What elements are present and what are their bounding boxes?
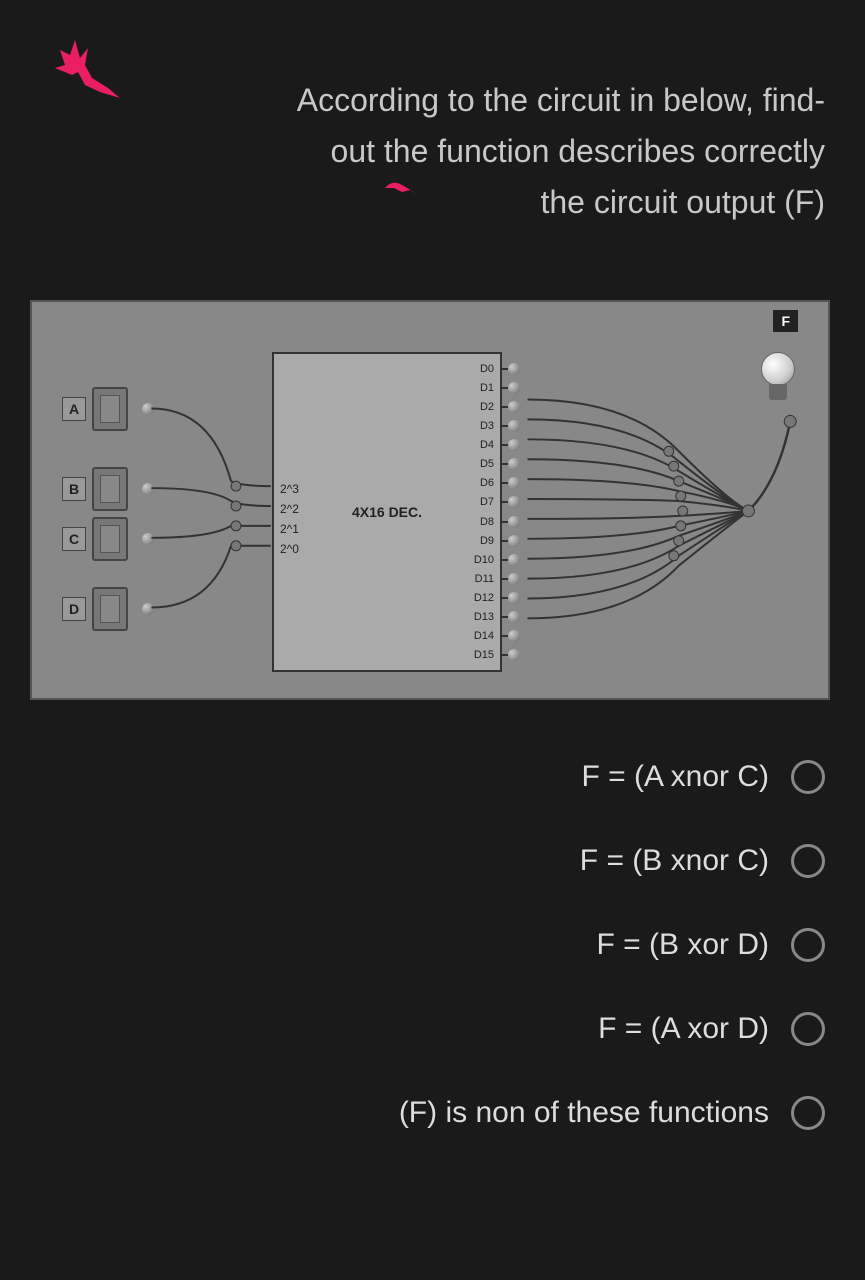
decoder-output: D15: [474, 646, 494, 664]
decoder-output: D5: [474, 455, 494, 473]
decoder-output: D11: [474, 570, 494, 588]
output-label: F: [773, 310, 798, 332]
wire-node: [142, 533, 154, 545]
input-c-label: C: [62, 527, 86, 551]
decoder-output: D8: [474, 513, 494, 531]
option-row[interactable]: (F) is non of these functions: [40, 1096, 825, 1130]
circuit-diagram: F A B C D 4X16 DEC. 2^3 2^2 2^1 2^0 D0 D…: [30, 300, 830, 700]
question-line: out the function describes correctly: [331, 133, 825, 169]
option-text: F = (A xor D): [598, 1012, 769, 1046]
question-line: According to the circuit in below, find-: [297, 82, 825, 118]
input-d: D: [62, 587, 154, 631]
input-a: A: [62, 387, 154, 431]
radio-icon[interactable]: [791, 928, 825, 962]
radio-icon[interactable]: [791, 760, 825, 794]
option-row[interactable]: F = (A xor D): [40, 1012, 825, 1046]
radio-icon[interactable]: [791, 844, 825, 878]
radio-icon[interactable]: [791, 1096, 825, 1130]
decoder-output: D2: [474, 398, 494, 416]
decoder-output: D12: [474, 589, 494, 607]
hand-annotation-icon: [30, 30, 130, 110]
option-row[interactable]: F = (B xnor C): [40, 844, 825, 878]
switch-icon: [92, 587, 128, 631]
decoder-output: D0: [474, 360, 494, 378]
radio-icon[interactable]: [791, 1012, 825, 1046]
decoder-output: D4: [474, 436, 494, 454]
input-b: B: [62, 467, 154, 511]
switch-icon: [92, 467, 128, 511]
switch-icon: [92, 517, 128, 561]
decoder-output: D10: [474, 551, 494, 569]
decoder-name: 4X16 DEC.: [352, 504, 422, 520]
decoder-output: D3: [474, 417, 494, 435]
wire-node: [142, 483, 154, 495]
question-text: According to the circuit in below, find-…: [120, 75, 825, 229]
select-pin: 2^1: [280, 522, 299, 536]
select-pin: 2^0: [280, 542, 299, 556]
decoder-output: D13: [474, 608, 494, 626]
option-text: (F) is non of these functions: [399, 1096, 769, 1130]
switch-icon: [92, 387, 128, 431]
option-text: F = (A xnor C): [581, 760, 769, 794]
decoder-output: D7: [474, 493, 494, 511]
input-a-label: A: [62, 397, 86, 421]
bulb-icon: [758, 352, 798, 412]
decoder-block: 4X16 DEC. 2^3 2^2 2^1 2^0 D0 D1 D2 D3 D4…: [272, 352, 502, 672]
option-row[interactable]: F = (A xnor C): [40, 760, 825, 794]
wire-node: [142, 603, 154, 615]
decoder-output: D6: [474, 474, 494, 492]
input-b-label: B: [62, 477, 86, 501]
wire-node: [142, 403, 154, 415]
option-text: F = (B xnor C): [580, 844, 769, 878]
decoder-output: D14: [474, 627, 494, 645]
input-d-label: D: [62, 597, 86, 621]
select-pin: 2^3: [280, 482, 299, 496]
decoder-output: D1: [474, 379, 494, 397]
option-text: F = (B xor D): [596, 928, 769, 962]
question-line: the circuit output (F): [540, 184, 825, 220]
input-c: C: [62, 517, 154, 561]
answer-options: F = (A xnor C) F = (B xnor C) F = (B xor…: [40, 760, 825, 1130]
decoder-output: D9: [474, 532, 494, 550]
decoder-outputs: D0 D1 D2 D3 D4 D5 D6 D7 D8 D9 D10 D11 D1…: [474, 360, 494, 664]
select-pin: 2^2: [280, 502, 299, 516]
option-row[interactable]: F = (B xor D): [40, 928, 825, 962]
